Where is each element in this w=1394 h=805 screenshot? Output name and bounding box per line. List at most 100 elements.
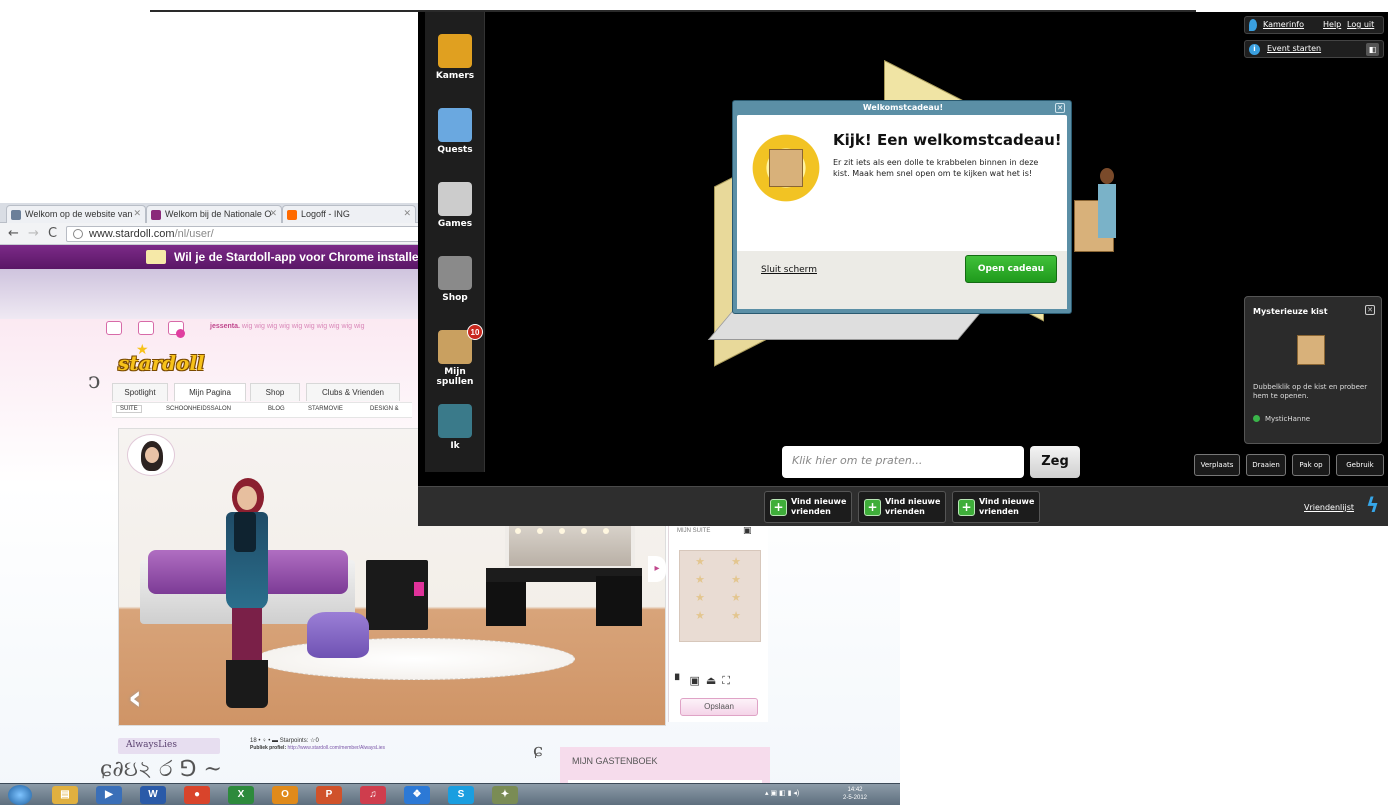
suite-title: MIJN SUITE (677, 528, 711, 534)
tab-favicon (151, 210, 161, 220)
nav-quests[interactable]: Quests (425, 108, 485, 155)
warning-icon[interactable] (106, 321, 122, 335)
previous-arrow-icon[interactable]: ‹ (128, 678, 142, 718)
close-icon[interactable]: ✕ (403, 208, 411, 219)
item-info-panel: Mysterieuze kist ✕ Dubbelklik op de kist… (1244, 296, 1382, 444)
stardoll-logo[interactable]: stardoll (118, 351, 205, 375)
star-slot-icon[interactable]: ★ (724, 591, 748, 605)
nav-shop[interactable]: Shop (425, 256, 485, 303)
subnav-suite[interactable]: SUITE (116, 405, 142, 413)
tab-mijn-pagina[interactable]: Mijn Pagina (174, 383, 246, 401)
say-button[interactable]: Zeg (1030, 446, 1080, 478)
habbo-avatar[interactable] (1096, 168, 1118, 238)
start-button[interactable] (8, 785, 32, 805)
light-bulb (581, 528, 587, 534)
close-icon[interactable]: ✕ (1365, 305, 1375, 315)
close-icon[interactable]: ✕ (1055, 103, 1065, 113)
camera-icon[interactable]: ▣ (743, 526, 752, 536)
tab-shop[interactable]: Shop (250, 383, 300, 401)
event-start-link[interactable]: Event starten (1267, 44, 1321, 53)
browser-tab-1[interactable]: Welkom op de website van ✕ (6, 205, 146, 223)
chrome-icon[interactable]: ● (184, 786, 210, 804)
pick-up-button[interactable]: Pak op (1292, 454, 1330, 476)
star-slot-icon[interactable]: ★ (688, 591, 712, 605)
habbo-avatar-head (1100, 168, 1114, 184)
browser-tab-3[interactable]: Logoff - ING ✕ (282, 205, 416, 223)
clock-date: 2-5-2012 (843, 795, 868, 801)
star-slot-icon[interactable]: ★ (688, 555, 712, 569)
logout-link[interactable]: Log uit (1347, 20, 1374, 29)
tab-clubs-vrienden[interactable]: Clubs & Vrienden (306, 383, 400, 401)
star-slot-icon[interactable]: ★ (688, 573, 712, 587)
media-player-icon[interactable]: ▶ (96, 786, 122, 804)
outlook-icon[interactable]: O (272, 786, 298, 804)
close-screen-link[interactable]: Sluit scherm (761, 265, 817, 275)
use-button[interactable]: Gebruik (1336, 454, 1384, 476)
nav-games[interactable]: Games (425, 182, 485, 229)
expand-arrow-icon[interactable]: ▸ (648, 556, 666, 582)
skype-icon[interactable]: S (448, 786, 474, 804)
reload-icon[interactable]: C (48, 226, 57, 241)
close-icon[interactable]: ✕ (133, 208, 141, 219)
subnav-starmovie[interactable]: STARMOVIE (308, 406, 343, 412)
item-owner[interactable]: MysticHanne (1253, 415, 1310, 423)
find-friends-button[interactable]: + Vind nieuwe vrienden (764, 491, 852, 523)
clock[interactable]: 14:42 2-5-2012 (843, 786, 867, 802)
browser-tab-2[interactable]: Welkom bij de Nationale O ✕ (146, 205, 282, 223)
close-icon[interactable]: ✕ (269, 208, 277, 219)
powerpoint-icon[interactable]: P (316, 786, 342, 804)
stardoll-doll[interactable] (210, 478, 280, 710)
online-dot-icon (1253, 415, 1260, 422)
find-friends-button[interactable]: + Vind nieuwe vrienden (858, 491, 946, 523)
mail-icon[interactable] (138, 321, 154, 335)
guestbook-box: MIJN GASTENBOEK (560, 747, 770, 786)
kamerinfo-link[interactable]: Kamerinfo (1263, 20, 1304, 29)
system-tray-icons[interactable]: ▴ ▣ ◧ ▮ ◂) (765, 789, 799, 797)
word-icon[interactable]: W (140, 786, 166, 804)
star-slot-icon[interactable]: ★ (724, 555, 748, 569)
star-slot-icon[interactable]: ★ (724, 573, 748, 587)
light-bulb (559, 528, 565, 534)
back-arrow-icon[interactable]: ← (8, 226, 19, 241)
dialog-body: Kijk! Een welkomstcadeau! Er zit iets al… (737, 115, 1067, 309)
collapse-icon[interactable]: ◧ (1366, 43, 1379, 56)
tab-spotlight[interactable]: Spotlight (112, 383, 168, 401)
nav-ik[interactable]: Ik (425, 404, 485, 451)
find-friends-label: Vind nieuwe vrienden (979, 497, 1035, 516)
find-friends-button[interactable]: + Vind nieuwe vrienden (952, 491, 1040, 523)
subnav-blog[interactable]: BLOG (268, 406, 285, 412)
nav-kamers[interactable]: Kamers (425, 34, 485, 81)
gift-bag[interactable] (307, 612, 369, 658)
star-slot-icon[interactable]: ★ (688, 609, 712, 623)
vanity-leg (486, 582, 526, 626)
star-slot-icon[interactable]: ★ (724, 609, 748, 623)
itunes-icon[interactable]: ♫ (360, 786, 386, 804)
forward-arrow-icon[interactable]: → (28, 226, 39, 241)
dropbox-icon[interactable]: ❖ (404, 786, 430, 804)
explorer-icon[interactable]: ▤ (52, 786, 78, 804)
avatar[interactable] (127, 434, 175, 476)
habbo-left-nav: Kamers Quests Games Shop Mijn spullen 10… (425, 12, 485, 472)
friends-list-link[interactable]: Vriendenlijst (1304, 503, 1354, 512)
nav-label: Mijn spullen (436, 367, 474, 387)
habbo-icon[interactable]: ✦ (492, 786, 518, 804)
infobar-text: Wil je de Stardoll-app voor Chrome insta… (174, 250, 445, 264)
save-button[interactable]: Opslaan (680, 698, 758, 716)
profile-meta: 18 • ♀ • ▬ Starpoints: ☆0 (250, 738, 319, 744)
excel-icon[interactable]: X (228, 786, 254, 804)
lightning-bolt-icon[interactable]: ϟ (1366, 493, 1379, 517)
help-link[interactable]: Help (1323, 20, 1341, 29)
fur-rug (255, 638, 575, 680)
subnav-schoonheidssalon[interactable]: SCHOONHEIDSSALON (166, 406, 231, 412)
open-gift-button[interactable]: Open cadeau (965, 255, 1057, 283)
suite-tool-icons[interactable]: ▘▣⏏⛶ (675, 674, 765, 692)
username[interactable]: jessenta. wig wig wig wig wig wig wig wi… (210, 323, 364, 330)
cart-icon (438, 256, 472, 290)
item-description: Dubbelklik op de kist en probeer hem te … (1253, 383, 1368, 400)
move-button[interactable]: Verplaats (1194, 454, 1240, 476)
rotate-button[interactable]: Draaien (1246, 454, 1286, 476)
tab-favicon (11, 210, 21, 220)
chat-input[interactable]: Klik hier om te praten... (782, 446, 1024, 478)
profile-link[interactable]: http://www.stardoll.com/member/AlwaysLie… (288, 745, 386, 751)
subnav-design[interactable]: DESIGN & (370, 406, 399, 412)
